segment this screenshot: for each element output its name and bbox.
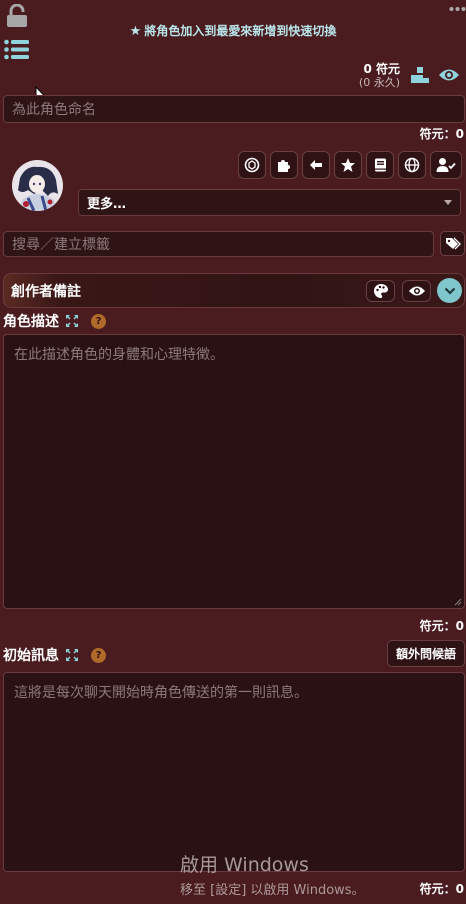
back-button[interactable]: [302, 151, 330, 179]
description-label-text: 角色描述: [3, 314, 59, 330]
first-message-label: 初始訊息 ?: [3, 645, 106, 665]
favorite-tip-text: 將角色加入到最愛來新增到快速切換: [144, 24, 337, 38]
more-options-select[interactable]: 更多…: [78, 189, 461, 216]
description-token-count: 符元：0: [419, 619, 464, 633]
description-placeholder: 在此描述角色的身體和心理特徵。: [14, 347, 224, 363]
watermark-line2: 移至 [設定] 以啟用 Windows。: [180, 883, 365, 898]
favorite-tip: ★ 將角色加入到最愛來新增到快速切換: [0, 22, 466, 39]
stats-icon[interactable]: [410, 66, 430, 84]
book-icon: [375, 158, 386, 172]
first-message-token-count: 符元：0: [419, 882, 464, 896]
help-icon[interactable]: ?: [91, 647, 106, 663]
first-message-label-text: 初始訊息: [3, 648, 59, 664]
chevron-down-icon: [444, 287, 455, 295]
creator-notes-header[interactable]: 創作者備註: [3, 273, 465, 308]
eye-icon[interactable]: [438, 67, 460, 83]
expand-editor-icon[interactable]: [65, 314, 79, 328]
star-icon: ★: [129, 24, 142, 39]
openai-button[interactable]: [238, 151, 266, 179]
user-check-icon: [436, 158, 456, 172]
watermark-line1: 啟用 Windows: [180, 854, 309, 876]
puzzle-icon: [278, 160, 290, 172]
token-counter: 0 符元 (0 永久): [330, 62, 400, 90]
expand-notes-button[interactable]: [437, 278, 462, 303]
world-info-button[interactable]: [398, 151, 426, 179]
name-input-placeholder: 為此角色命名: [12, 102, 96, 118]
alternate-greetings-button[interactable]: 額外問候語: [387, 640, 465, 667]
star-icon: [341, 158, 355, 172]
tag-input-placeholder: 搜尋／建立標籤: [12, 237, 110, 253]
lorebook-button[interactable]: [366, 151, 394, 179]
name-token-count: 符元：0: [419, 127, 464, 141]
creator-notes-title: 創作者備註: [11, 283, 81, 300]
list-icon[interactable]: [4, 39, 29, 60]
first-message-textarea[interactable]: 這將是每次聊天開始時角色傳送的第一則訊息。: [3, 672, 465, 872]
openai-icon: [244, 157, 260, 173]
preview-button[interactable]: [402, 280, 431, 302]
extensions-button[interactable]: [270, 151, 298, 179]
help-icon[interactable]: ?: [91, 313, 106, 329]
character-name-input[interactable]: 為此角色命名: [3, 95, 465, 123]
eye-icon: [408, 286, 425, 296]
first-message-placeholder: 這將是每次聊天開始時角色傳送的第一則訊息。: [14, 685, 308, 701]
avatar[interactable]: [12, 160, 63, 211]
more-select-value: 更多…: [87, 197, 127, 212]
expand-editor-icon[interactable]: [65, 648, 79, 662]
persona-button[interactable]: [430, 151, 462, 179]
description-textarea[interactable]: 在此描述角色的身體和心理特徵。: [3, 334, 465, 609]
resize-grip-icon[interactable]: [454, 598, 462, 606]
tokens-main: 0 符元: [363, 62, 400, 76]
tag-search-input[interactable]: 搜尋／建立標籤: [3, 231, 434, 257]
globe-icon: [404, 157, 420, 173]
arrow-left-icon: [310, 160, 322, 170]
palette-button[interactable]: [366, 280, 395, 302]
favorite-button[interactable]: [334, 151, 362, 179]
tokens-permanent: (0 永久): [358, 76, 400, 89]
more-dots-icon[interactable]: [449, 1, 466, 11]
tags-icon: [445, 237, 461, 249]
character-toolbar: [238, 151, 462, 179]
description-label: 角色描述 ?: [3, 311, 106, 331]
windows-activation-watermark: 啟用 Windows 移至 [設定] 以啟用 Windows。: [180, 850, 365, 898]
palette-icon: [373, 284, 388, 298]
tags-button[interactable]: [440, 231, 465, 256]
chevron-down-icon: [444, 200, 452, 205]
